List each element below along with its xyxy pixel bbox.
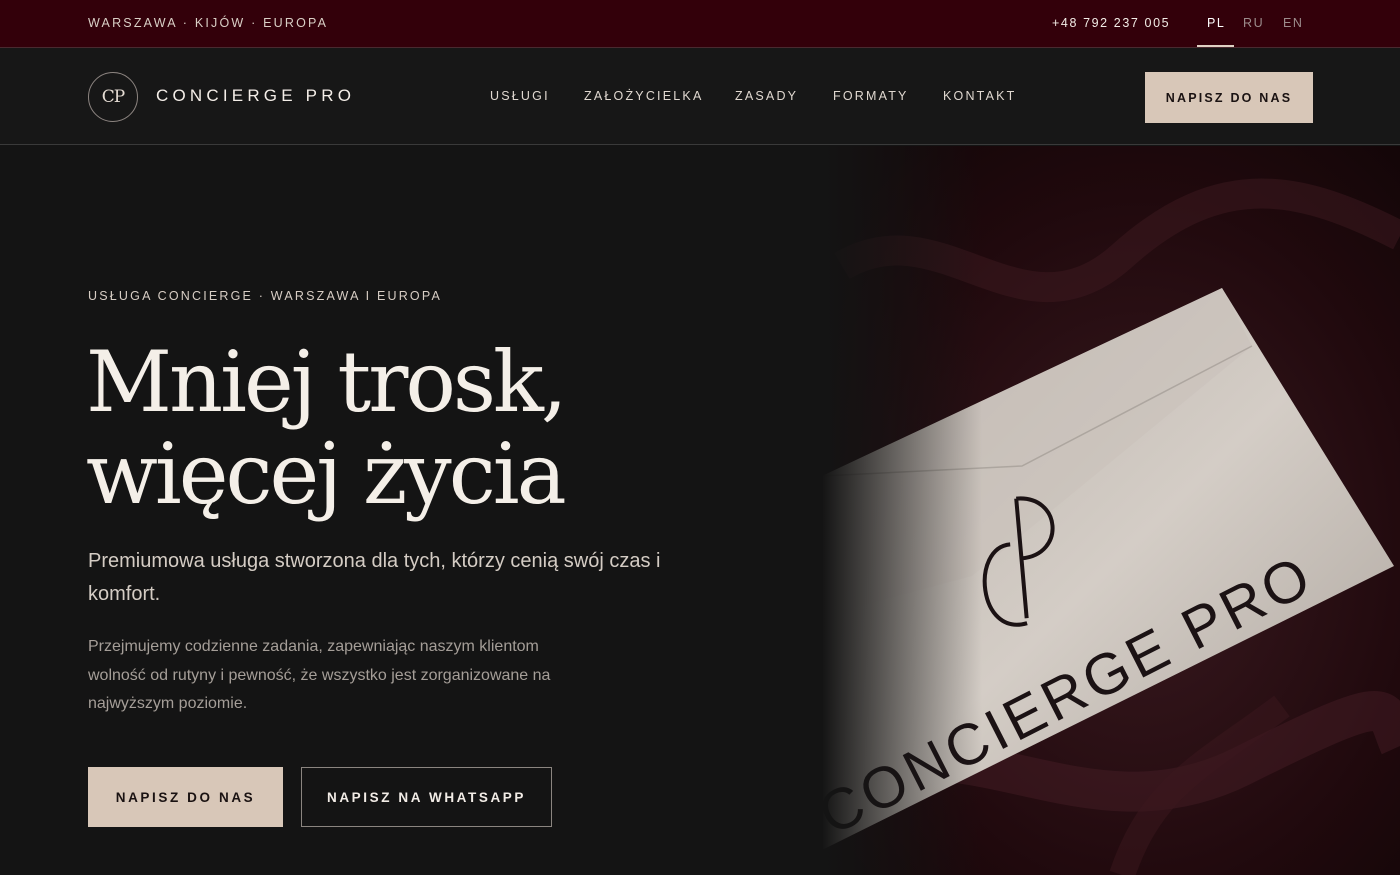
phone-link[interactable]: +48 792 237 005 (1052, 16, 1170, 30)
top-bar: WARSZAWA · KIJÓW · EUROPA +48 792 237 00… (0, 0, 1400, 48)
logo-mark[interactable]: CP (88, 72, 138, 122)
logo-monogram: CP (101, 87, 125, 107)
language-pl[interactable]: PL (1207, 16, 1226, 30)
main-header: CP CONCIERGE PRO USŁUGI ZAŁOŻYCIELKA ZAS… (0, 48, 1400, 145)
contact-button[interactable]: NAPISZ DO NAS (88, 767, 283, 827)
headline-line-1: Mniej trosk, (86, 333, 568, 431)
header-contact-button[interactable]: NAPISZ DO NAS (1145, 72, 1313, 123)
headline-line-2: więcej życia (86, 425, 567, 523)
image-fade (822, 146, 982, 875)
hero-headline: Mniej trosk, więcej życia (86, 336, 786, 520)
nav-item-formaty[interactable]: FORMATY (833, 89, 909, 103)
locations-text: WARSZAWA · KIJÓW · EUROPA (88, 16, 329, 30)
nav-item-zalozycielka[interactable]: ZAŁOŻYCIELKA (584, 89, 704, 103)
nav-item-zasady[interactable]: ZASADY (735, 89, 798, 103)
language-en[interactable]: EN (1283, 16, 1304, 30)
hero-eyebrow: USŁUGA CONCIERGE · WARSZAWA I EUROPA (88, 289, 443, 303)
hero-body: Przejmujemy codzienne zadania, zapewniaj… (88, 638, 551, 712)
language-ru[interactable]: RU (1243, 16, 1264, 30)
whatsapp-button[interactable]: NAPISZ NA WHATSAPP (301, 767, 552, 827)
hero-lead: Premiumowa usługa stworzona dla tych, kt… (88, 550, 661, 605)
hero-image: CONCIERGE PRO (822, 146, 1400, 875)
brand-name[interactable]: CONCIERGE PRO (156, 86, 355, 106)
active-language-indicator (1197, 45, 1234, 47)
nav-item-kontakt[interactable]: KONTAKT (943, 89, 1017, 103)
nav-item-uslugi[interactable]: USŁUGI (490, 89, 550, 103)
